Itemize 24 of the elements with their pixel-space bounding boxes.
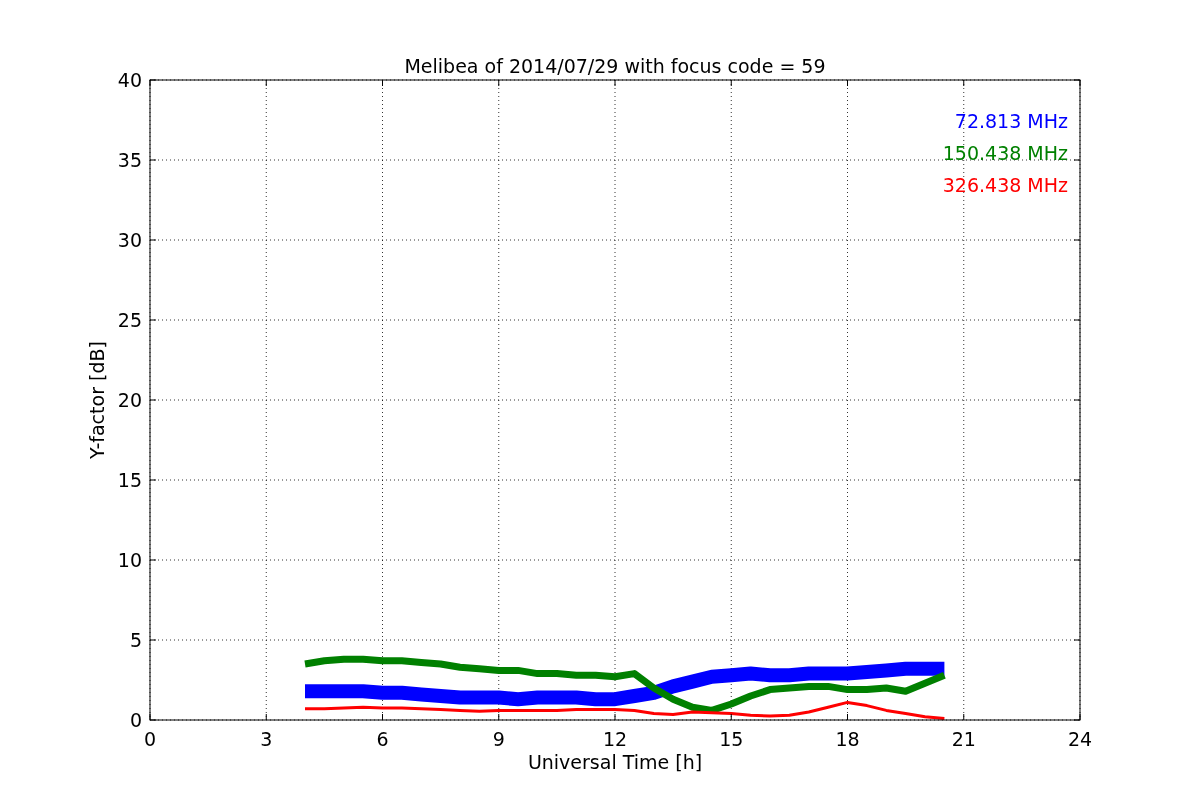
tick-label: 25 xyxy=(117,309,142,331)
tick-label: 18 xyxy=(835,728,860,750)
legend-label: 326.438 MHz xyxy=(942,174,1068,196)
tick-label: 9 xyxy=(492,728,505,750)
tick-label: 15 xyxy=(719,728,744,750)
tick-label: 6 xyxy=(376,728,389,750)
x-axis-label: Universal Time [h] xyxy=(527,751,703,773)
tick-label: 0 xyxy=(129,709,142,731)
tick-label: 10 xyxy=(117,549,142,571)
tick-label: 3 xyxy=(260,728,273,750)
tick-label: 21 xyxy=(951,728,976,750)
tick-label: 5 xyxy=(129,629,142,651)
tick-label: 30 xyxy=(117,229,142,251)
tick-label: 15 xyxy=(117,469,142,491)
tick-label: 20 xyxy=(117,389,142,411)
legend-label: 72.813 MHz xyxy=(954,110,1068,132)
chart-title: Melibea of 2014/07/29 with focus code = 59 xyxy=(404,55,826,77)
y-axis-label: Y-factor [dB] xyxy=(86,341,108,459)
tick-label: 40 xyxy=(117,69,142,91)
tick-label: 24 xyxy=(1067,728,1093,750)
tick-label: 12 xyxy=(602,728,628,750)
tick-label: 35 xyxy=(117,149,142,171)
tick-label: 0 xyxy=(143,728,157,750)
legend-label: 150.438 MHz xyxy=(942,142,1068,164)
